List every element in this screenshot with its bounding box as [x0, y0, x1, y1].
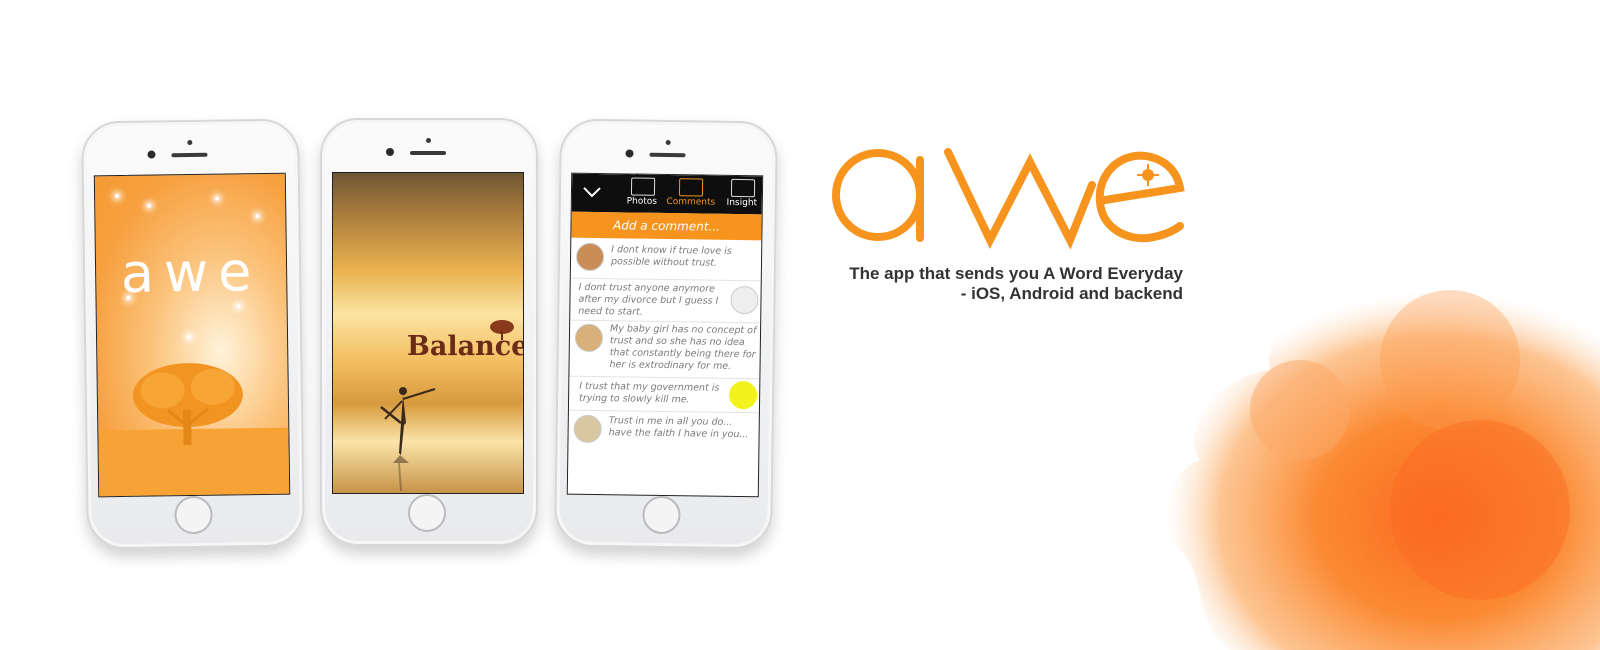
tab-comments[interactable]: Comments	[666, 175, 717, 214]
chevron-down-icon[interactable]	[582, 186, 602, 198]
list-item: I dont know if true love is possible wit…	[570, 237, 762, 282]
tree-icon	[132, 363, 243, 446]
phone-mockup-splash: awe	[81, 118, 305, 550]
speaker-grille	[649, 152, 686, 158]
phone-mockup-comments: Photos Comments Insight Add a comment...…	[554, 118, 778, 550]
avatar-icon	[574, 323, 604, 353]
top-nav-bar: Photos Comments Insight	[571, 173, 763, 215]
book-icon	[730, 178, 756, 198]
avatar-icon	[730, 285, 759, 315]
list-item: Trust in me in all you do... have the fa…	[568, 410, 758, 449]
phone-mockup-word: Balance	[320, 118, 538, 546]
splash-screen: awe	[93, 172, 291, 498]
tab-insight[interactable]: Insight	[722, 176, 763, 215]
dancer-silhouette	[380, 387, 436, 492]
add-comment-input[interactable]: Add a comment...	[571, 211, 762, 241]
watercolor-splash	[1165, 272, 1600, 650]
camera-icon	[147, 150, 156, 159]
speaker-grille	[410, 151, 446, 155]
camera-icon	[386, 148, 394, 156]
app-logo	[832, 148, 1185, 250]
comments-icon	[678, 178, 704, 197]
list-item: I trust that my government is trying to …	[568, 375, 760, 414]
avatar-icon	[575, 242, 605, 272]
word-screen: Balance	[332, 172, 524, 494]
photos-icon	[630, 177, 656, 196]
tree-icon	[490, 320, 514, 340]
app-logo: awe	[120, 240, 262, 305]
tab-photos[interactable]: Photos	[622, 174, 663, 213]
avatar-icon	[573, 414, 602, 444]
comments-screen: Photos Comments Insight Add a comment...…	[566, 172, 764, 498]
avatar-icon	[728, 380, 758, 410]
home-button	[174, 495, 213, 535]
tagline: The app that sends you A Word Everyday -…	[849, 264, 1183, 303]
list-item: I dont trust anyone anymore after my div…	[570, 277, 761, 324]
home-button	[642, 495, 681, 535]
list-item: My baby girl has no concept of trust and…	[569, 319, 761, 380]
camera-icon	[625, 149, 634, 158]
home-button	[408, 494, 446, 532]
speaker-grille	[171, 152, 208, 158]
